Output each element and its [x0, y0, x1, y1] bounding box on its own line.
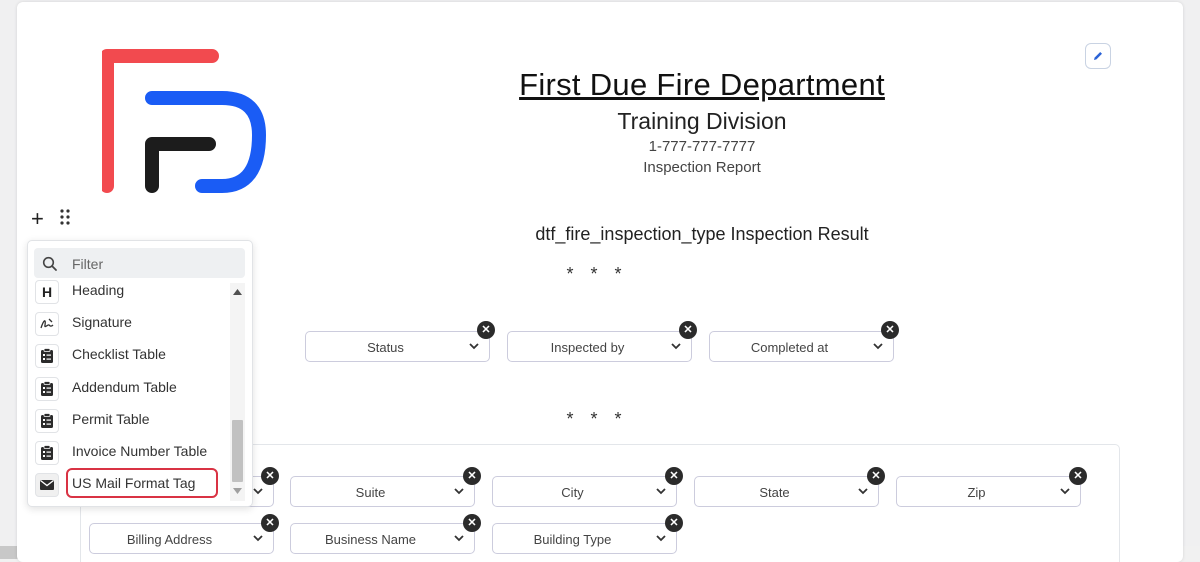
division-subtitle: Training Division [617, 108, 787, 134]
clipboard-icon [35, 377, 59, 401]
field-label: Billing Address [126, 532, 213, 547]
remove-field-icon[interactable]: ✕ [463, 514, 481, 532]
inspected-by-field[interactable]: Inspected by [507, 331, 692, 362]
phone-number: 1-777-777-7777 [648, 138, 756, 155]
filter-box [34, 248, 245, 278]
city-field[interactable]: City [492, 476, 677, 507]
building-type-field[interactable]: Building Type [492, 523, 677, 554]
department-title: First Due Fire Department [519, 67, 885, 102]
heading-icon: H [35, 280, 59, 304]
menu-item-label: Permit Table [72, 411, 150, 427]
filter-input[interactable] [70, 253, 239, 275]
menu-item-addendum-table[interactable]: Addendum Table [28, 372, 232, 404]
menu-item-label: Signature [72, 314, 132, 330]
clipboard-icon [35, 409, 59, 433]
edit-header-button[interactable] [1085, 43, 1111, 69]
zip-field[interactable]: Zip [896, 476, 1081, 507]
remove-field-icon[interactable]: ✕ [463, 467, 481, 485]
menu-item-signature[interactable]: Signature [28, 307, 232, 339]
chevron-down-icon [469, 343, 479, 350]
field-label: State [759, 485, 790, 500]
separator-bottom: * * * [566, 409, 628, 429]
menu-item-heading[interactable]: H Heading [28, 275, 232, 307]
separator-top: * * * [566, 264, 628, 284]
status-field[interactable]: Status [305, 331, 490, 362]
chevron-down-icon [454, 488, 464, 495]
remove-field-icon[interactable]: ✕ [665, 467, 683, 485]
field-label: Business Name [324, 532, 417, 547]
menu-item-label: Checklist Table [72, 346, 166, 362]
clipboard-icon [35, 344, 59, 368]
remove-field-icon[interactable]: ✕ [261, 514, 279, 532]
remove-field-icon[interactable]: ✕ [477, 321, 495, 339]
field-label: Completed at [750, 340, 829, 355]
chevron-down-icon [873, 343, 883, 350]
billing-address-field[interactable]: Billing Address [89, 523, 274, 554]
pencil-icon [1094, 52, 1102, 60]
remove-field-icon[interactable]: ✕ [867, 467, 885, 485]
menu-scrollbar[interactable] [230, 283, 245, 501]
completed-at-field[interactable]: Completed at [709, 331, 894, 362]
chevron-down-icon [858, 488, 868, 495]
remove-field-icon[interactable]: ✕ [1069, 467, 1087, 485]
chevron-down-icon [454, 535, 464, 542]
selected-item-highlight [66, 468, 218, 498]
scroll-down-icon[interactable] [233, 488, 242, 494]
report-canvas: First Due Fire Department Training Divis… [17, 2, 1183, 562]
chevron-down-icon [253, 488, 263, 495]
clipboard-icon [35, 441, 59, 465]
scroll-up-icon[interactable] [233, 289, 242, 295]
menu-item-invoice-number-table[interactable]: Invoice Number Table [28, 436, 232, 468]
chevron-down-icon [656, 488, 666, 495]
field-label: Zip [967, 485, 986, 500]
add-block-icon[interactable]: + [31, 206, 44, 232]
signature-icon [35, 312, 59, 336]
field-label: City [561, 485, 584, 500]
chevron-down-icon [253, 535, 263, 542]
menu-item-checklist-table[interactable]: Checklist Table [28, 339, 232, 371]
inspection-result-heading: dtf_fire_inspection_type Inspection Resu… [535, 224, 869, 244]
state-field[interactable]: State [694, 476, 879, 507]
chevron-down-icon [656, 535, 666, 542]
remove-field-icon[interactable]: ✕ [679, 321, 697, 339]
fd-logo [102, 49, 266, 193]
menu-item-label: Addendum Table [72, 379, 177, 395]
menu-item-label: Heading [72, 282, 125, 298]
chevron-down-icon [1060, 488, 1070, 495]
menu-scrollbar-thumb[interactable] [232, 420, 243, 482]
remove-field-icon[interactable]: ✕ [261, 467, 279, 485]
menu-item-permit-table[interactable]: Permit Table [28, 404, 232, 436]
search-icon [42, 256, 57, 271]
chevron-down-icon [671, 343, 681, 350]
block-insert-menu: H Heading Signature Checklist Table Adde… [27, 240, 253, 507]
suite-field[interactable]: Suite [290, 476, 475, 507]
report-name: Inspection Report [643, 159, 761, 176]
field-label: Status [367, 340, 404, 355]
report-header: First Due Fire Department Training Divis… [402, 64, 1002, 178]
drag-handle-icon[interactable] [59, 208, 71, 226]
mail-icon [35, 473, 59, 497]
field-label: Building Type [533, 532, 612, 547]
field-label: Suite [355, 485, 386, 500]
menu-item-label: Invoice Number Table [72, 443, 208, 459]
remove-field-icon[interactable]: ✕ [665, 514, 683, 532]
business-name-field[interactable]: Business Name [290, 523, 475, 554]
field-label: Inspected by [550, 340, 625, 355]
remove-field-icon[interactable]: ✕ [881, 321, 899, 339]
